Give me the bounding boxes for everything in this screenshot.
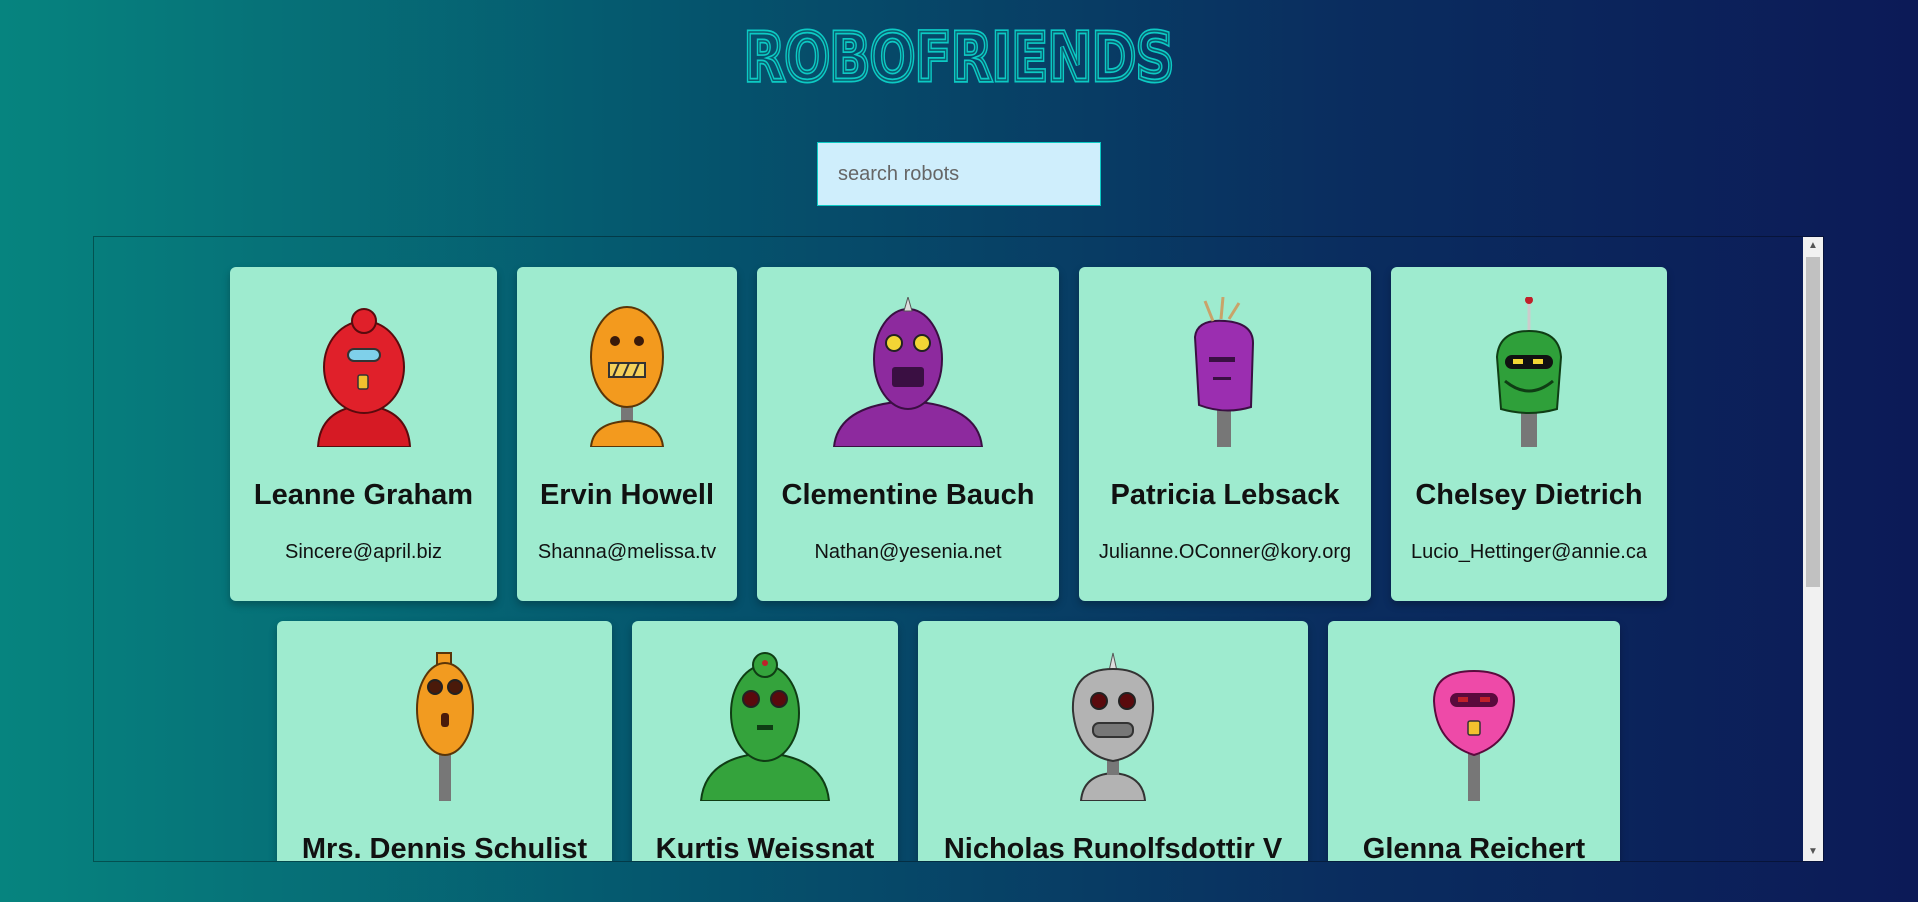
robot-name: Nicholas Runolfsdottir V — [943, 833, 1283, 862]
robot-card[interactable]: Clementine Bauch Nathan@yesenia.net — [757, 267, 1059, 601]
robot-card[interactable]: Leanne Graham Sincere@april.biz — [230, 267, 497, 601]
robot-email: Julianne.OConner@kory.org — [1098, 541, 1352, 563]
robot-name: Glenna Reichert — [1362, 833, 1586, 862]
robot-list-scroll-area[interactable]: Leanne Graham Sincere@april.biz Ervin Ho… — [93, 236, 1824, 862]
arrow-up-icon[interactable]: ▲ — [1803, 237, 1823, 255]
robot-card[interactable]: Ervin Howell Shanna@melissa.tv — [517, 267, 737, 601]
robot-email: Sincere@april.biz — [284, 541, 443, 563]
robot-avatar — [1079, 297, 1371, 447]
robot-card[interactable]: Glenna Reichert — [1328, 621, 1620, 862]
robot-name: Mrs. Dennis Schulist — [301, 833, 588, 862]
robot-email: Lucio_Hettinger@annie.ca — [1410, 541, 1647, 563]
search-input[interactable] — [817, 142, 1101, 206]
robot-card[interactable]: Chelsey Dietrich Lucio_Hettinger@annie.c… — [1391, 267, 1667, 601]
app-title: ROBOFRIENDS ROBOFRIENDS — [0, 22, 1918, 100]
robot-avatar — [632, 651, 898, 801]
robot-card[interactable]: Nicholas Runolfsdottir V — [918, 621, 1308, 862]
robot-name: Ervin Howell — [539, 479, 715, 511]
scrollbar-thumb[interactable] — [1806, 257, 1820, 587]
vertical-scrollbar[interactable]: ▲ ▼ — [1803, 237, 1823, 861]
robot-name: Clementine Bauch — [781, 479, 1035, 511]
robot-name: Patricia Lebsack — [1110, 479, 1340, 511]
robot-card[interactable]: Kurtis Weissnat — [632, 621, 898, 862]
robot-email: Nathan@yesenia.net — [814, 541, 1002, 563]
arrow-down-icon[interactable]: ▼ — [1803, 843, 1823, 861]
robot-avatar — [1328, 651, 1620, 801]
robot-name: Chelsey Dietrich — [1415, 479, 1643, 511]
robot-card[interactable]: Patricia Lebsack Julianne.OConner@kory.o… — [1079, 267, 1371, 601]
robot-avatar — [230, 297, 497, 447]
robot-name: Kurtis Weissnat — [655, 833, 875, 862]
robot-email: Shanna@melissa.tv — [537, 541, 717, 563]
robot-avatar — [757, 297, 1059, 447]
app-title-logo: ROBOFRIENDS ROBOFRIENDS — [742, 22, 1177, 92]
robot-avatar — [277, 651, 612, 801]
robot-avatar — [517, 297, 737, 447]
robot-name: Leanne Graham — [253, 479, 474, 511]
robot-avatar — [1391, 297, 1667, 447]
robot-avatar — [918, 651, 1308, 801]
app-title-inline: ROBOFRIENDS — [744, 22, 1174, 92]
robot-card[interactable]: Mrs. Dennis Schulist — [277, 621, 612, 862]
